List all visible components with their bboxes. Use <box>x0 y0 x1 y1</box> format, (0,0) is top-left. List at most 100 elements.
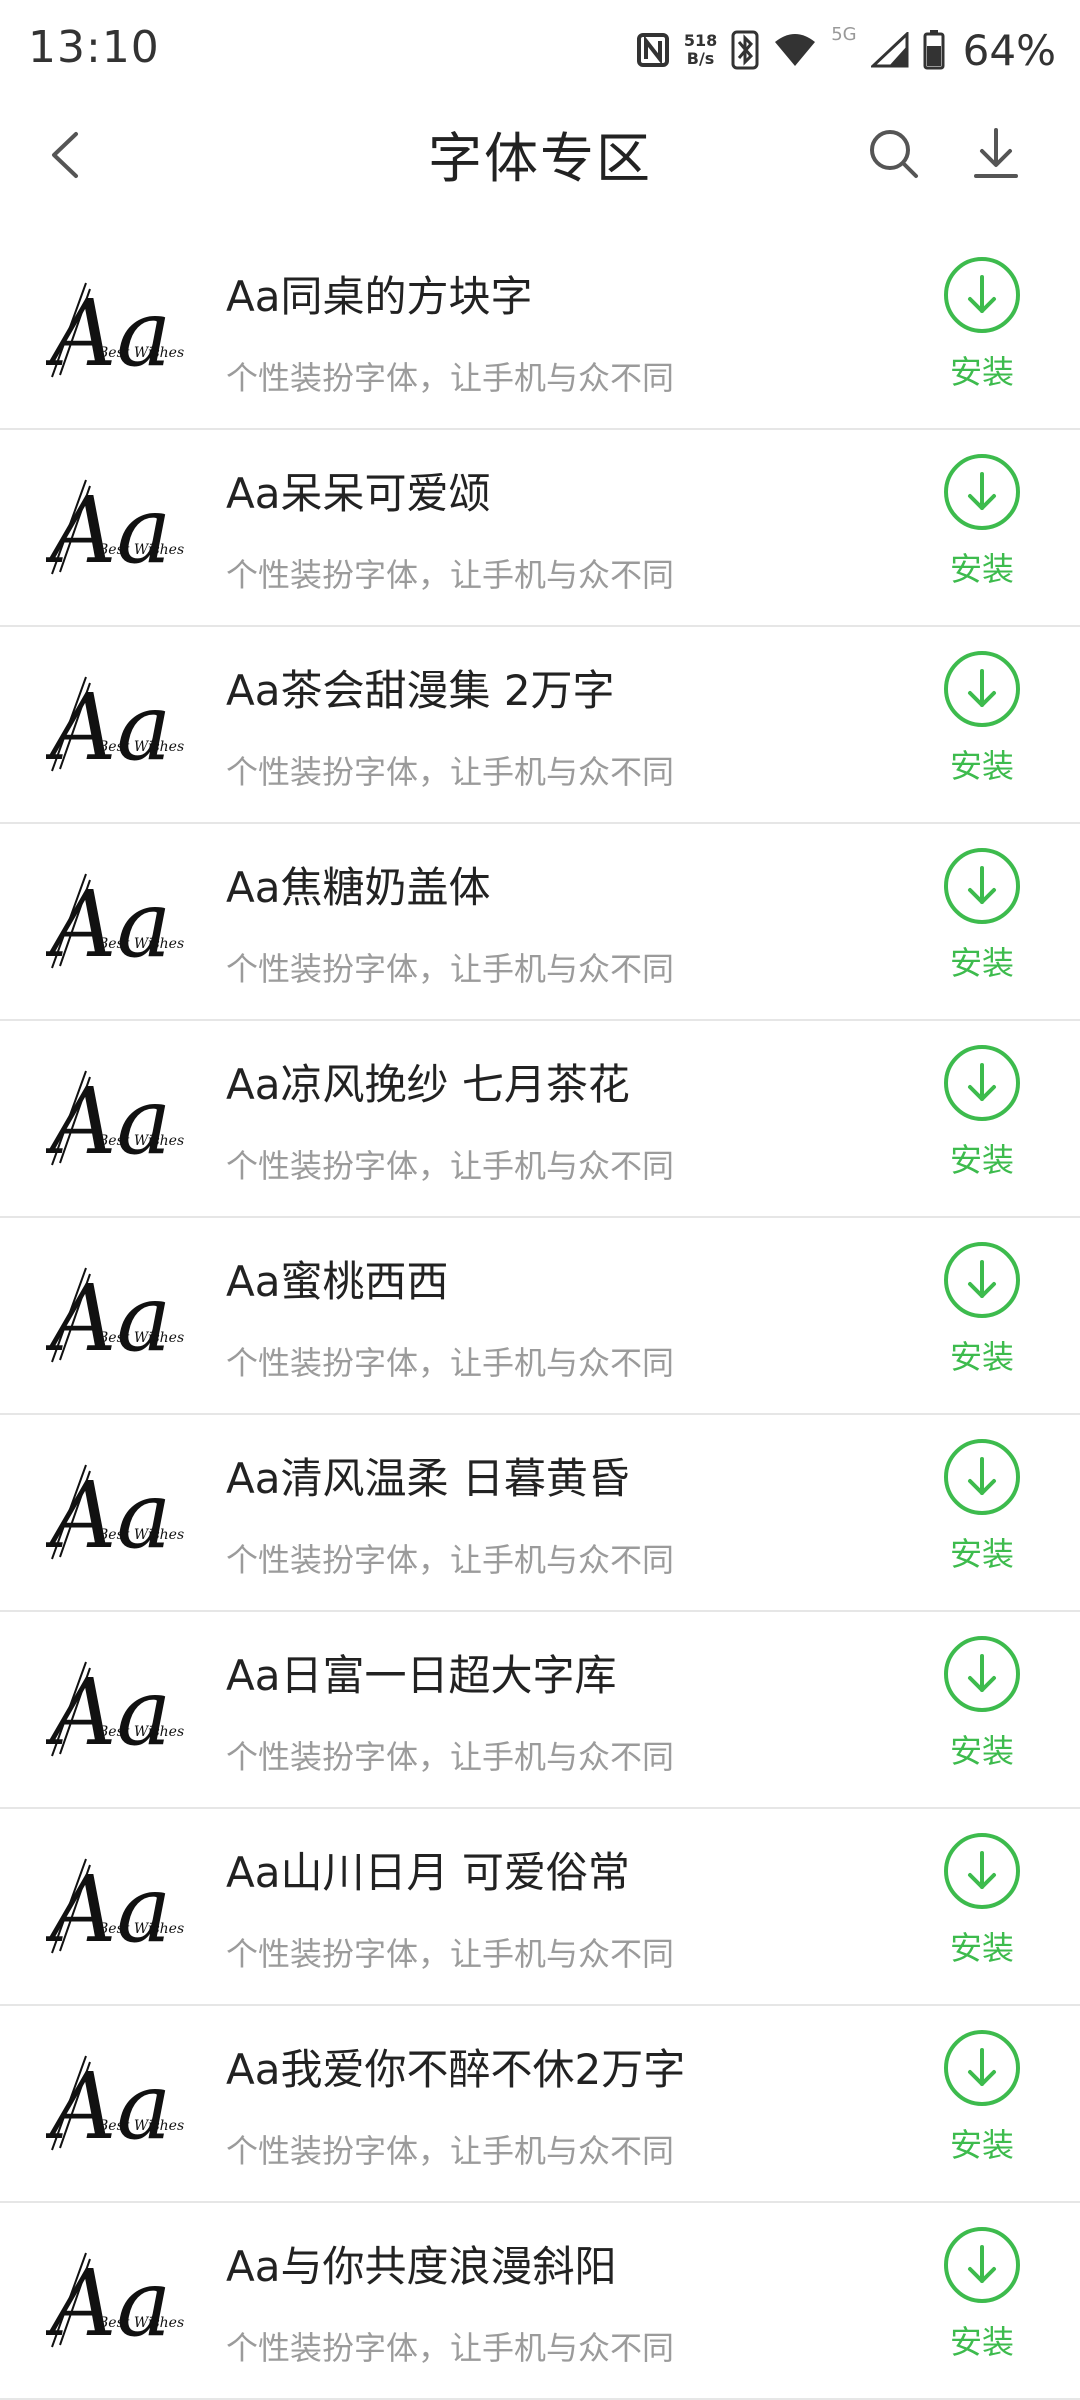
font-list-item[interactable]: Aa Best Wishes Aa与你共度浪漫斜阳 个性装扮字体，让手机与众不同… <box>0 2203 1080 2400</box>
font-thumbnail: Aa Best Wishes <box>42 1447 196 1577</box>
nfc-icon <box>636 33 669 67</box>
install-download-icon <box>944 1439 1020 1515</box>
font-name: Aa凉风挽纱 七月茶花 <box>226 1060 630 1109</box>
thumb-small-text: Best Wishes <box>97 1921 184 1937</box>
font-list-item[interactable]: Aa Best Wishes Aa茶会甜漫集 2万字 个性装扮字体，让手机与众不… <box>0 627 1080 824</box>
font-description: 个性装扮字体，让手机与众不同 <box>226 2329 675 2367</box>
install-download-icon <box>944 1242 1020 1318</box>
install-button[interactable]: 安装 <box>932 846 1032 996</box>
thumb-small-text: Best Wishes <box>97 1527 184 1543</box>
install-label: 安装 <box>949 2323 1014 2361</box>
font-description: 个性装扮字体，让手机与众不同 <box>226 753 675 791</box>
font-description: 个性装扮字体，让手机与众不同 <box>226 1344 675 1382</box>
thumb-big-text: Aa <box>46 2053 171 2160</box>
install-download-icon <box>944 651 1020 727</box>
battery-icon <box>923 30 945 70</box>
font-thumbnail: Aa Best Wishes <box>42 659 196 789</box>
install-button[interactable]: 安装 <box>932 1634 1032 1784</box>
font-name: Aa同桌的方块字 <box>226 272 533 321</box>
install-label: 安装 <box>949 1929 1014 1967</box>
install-button[interactable]: 安装 <box>932 452 1032 602</box>
install-download-icon <box>944 454 1020 530</box>
font-list-item[interactable]: Aa Best Wishes Aa同桌的方块字 个性装扮字体，让手机与众不同 安… <box>0 233 1080 430</box>
font-description: 个性装扮字体，让手机与众不同 <box>226 1935 675 1973</box>
thumb-small-text: Best Wishes <box>97 542 184 558</box>
status-icons: 518 B/s 5G 64% <box>636 22 1056 78</box>
font-list-item[interactable]: Aa Best Wishes Aa焦糖奶盖体 个性装扮字体，让手机与众不同 安装 <box>0 824 1080 1021</box>
battery-percent: 64% <box>962 25 1056 75</box>
install-button[interactable]: 安装 <box>932 2225 1032 2375</box>
font-description: 个性装扮字体，让手机与众不同 <box>226 1541 675 1579</box>
install-button[interactable]: 安装 <box>932 649 1032 799</box>
install-download-icon <box>944 1833 1020 1909</box>
install-label: 安装 <box>949 1338 1014 1376</box>
network-type-label: 5G <box>831 24 857 45</box>
thumb-big-text: Aa <box>46 1068 171 1175</box>
font-thumbnail: Aa Best Wishes <box>42 462 196 592</box>
font-name: Aa茶会甜漫集 2万字 <box>226 666 615 715</box>
install-label: 安装 <box>949 747 1014 785</box>
thumb-big-text: Aa <box>46 871 171 978</box>
font-list-item[interactable]: Aa Best Wishes Aa凉风挽纱 七月茶花 个性装扮字体，让手机与众不… <box>0 1021 1080 1218</box>
font-name: Aa蜜桃西西 <box>226 1257 449 1306</box>
font-thumbnail: Aa Best Wishes <box>42 1841 196 1971</box>
install-label: 安装 <box>949 550 1014 588</box>
thumb-big-text: Aa <box>46 280 171 387</box>
font-list-item[interactable]: Aa Best Wishes Aa日富一日超大字库 个性装扮字体，让手机与众不同… <box>0 1612 1080 1809</box>
font-list-item[interactable]: Aa Best Wishes Aa我爱你不醉不休2万字 个性装扮字体，让手机与众… <box>0 2006 1080 2203</box>
thumb-small-text: Best Wishes <box>97 2315 184 2331</box>
thumb-small-text: Best Wishes <box>97 1724 184 1740</box>
install-label: 安装 <box>949 1141 1014 1179</box>
font-thumbnail: Aa Best Wishes <box>42 1644 196 1774</box>
net-speed-value: 518 <box>683 31 718 50</box>
font-description: 个性装扮字体，让手机与众不同 <box>226 1738 675 1776</box>
font-thumbnail: Aa Best Wishes <box>42 1053 196 1183</box>
thumb-big-text: Aa <box>46 2250 171 2357</box>
bluetooth-icon <box>731 30 759 70</box>
font-name: Aa焦糖奶盖体 <box>226 863 491 912</box>
font-thumbnail: Aa Best Wishes <box>42 265 196 395</box>
font-list-item[interactable]: Aa Best Wishes Aa蜜桃西西 个性装扮字体，让手机与众不同 安装 <box>0 1218 1080 1415</box>
download-manager-button[interactable] <box>960 118 1032 190</box>
install-button[interactable]: 安装 <box>932 2028 1032 2178</box>
install-button[interactable]: 安装 <box>932 255 1032 405</box>
font-description: 个性装扮字体，让手机与众不同 <box>226 1147 675 1185</box>
thumb-small-text: Best Wishes <box>97 1330 184 1346</box>
search-icon <box>870 130 918 178</box>
install-label: 安装 <box>949 944 1014 982</box>
thumb-big-text: Aa <box>46 1462 171 1569</box>
install-label: 安装 <box>949 353 1014 391</box>
thumb-big-text: Aa <box>46 1265 171 1372</box>
font-description: 个性装扮字体，让手机与众不同 <box>226 950 675 988</box>
search-button[interactable] <box>858 118 930 190</box>
font-description: 个性装扮字体，让手机与众不同 <box>226 2132 675 2170</box>
font-name: Aa呆呆可爱颂 <box>226 469 491 518</box>
thumb-big-text: Aa <box>46 1659 171 1766</box>
font-list-item[interactable]: Aa Best Wishes Aa呆呆可爱颂 个性装扮字体，让手机与众不同 安装 <box>0 430 1080 627</box>
install-download-icon <box>944 2030 1020 2106</box>
font-name: Aa山川日月 可爱俗常 <box>226 1848 630 1897</box>
font-list-item[interactable]: Aa Best Wishes Aa山川日月 可爱俗常 个性装扮字体，让手机与众不… <box>0 1809 1080 2006</box>
install-download-icon <box>944 2227 1020 2303</box>
install-label: 安装 <box>949 1732 1014 1770</box>
font-thumbnail: Aa Best Wishes <box>42 856 196 986</box>
install-label: 安装 <box>949 2126 1014 2164</box>
install-button[interactable]: 安装 <box>932 1043 1032 1193</box>
thumb-big-text: Aa <box>46 1856 171 1963</box>
font-thumbnail: Aa Best Wishes <box>42 2235 196 2365</box>
install-button[interactable]: 安装 <box>932 1437 1032 1587</box>
install-download-icon <box>944 1636 1020 1712</box>
net-speed: 518 B/s <box>684 32 717 68</box>
thumb-big-text: Aa <box>46 477 171 584</box>
thumb-small-text: Best Wishes <box>97 936 184 952</box>
install-download-icon <box>944 1045 1020 1121</box>
font-name: Aa日富一日超大字库 <box>226 1651 617 1700</box>
install-button[interactable]: 安装 <box>932 1831 1032 1981</box>
install-download-icon <box>944 257 1020 333</box>
wifi-icon <box>775 34 816 66</box>
font-list-item[interactable]: Aa Best Wishes Aa清风温柔 日暮黄昏 个性装扮字体，让手机与众不… <box>0 1415 1080 1612</box>
install-button[interactable]: 安装 <box>932 1240 1032 1390</box>
font-list: Aa Best Wishes Aa同桌的方块字 个性装扮字体，让手机与众不同 安… <box>0 233 1080 2400</box>
thumb-small-text: Best Wishes <box>97 345 184 361</box>
signal-icon <box>870 32 909 68</box>
